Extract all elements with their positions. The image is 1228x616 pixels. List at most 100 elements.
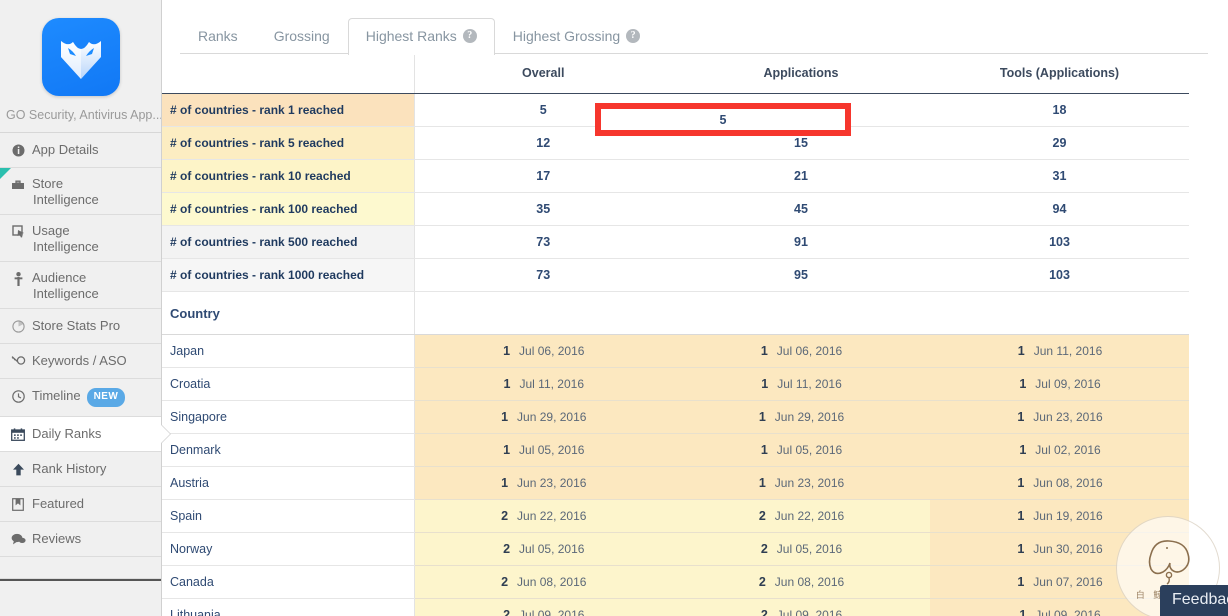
cell-applications: 2Jul 09, 2016 <box>672 599 930 616</box>
new-corner-flag-icon <box>0 168 11 179</box>
active-indicator-arrow-icon <box>161 425 170 443</box>
table-row[interactable]: Croatia 1Jul 11, 2016 1Jul 11, 2016 1Jul… <box>162 368 1189 401</box>
tab-ranks[interactable]: Ranks <box>180 18 256 54</box>
cell-tools: 1Jun 11, 2016 <box>930 335 1189 368</box>
highest-ranks-table-wrap: Overall Applications Tools (Applications… <box>162 54 1228 616</box>
tab-label: Highest Grossing <box>513 28 620 44</box>
table-row[interactable]: Japan 1Jul 06, 2016 1Jul 06, 2016 1Jun 1… <box>162 335 1189 368</box>
sidebar-item-keywords-aso[interactable]: Keywords / ASO <box>0 344 161 379</box>
app-name: GO Security, Antivirus App... <box>0 108 161 132</box>
help-icon[interactable]: ? <box>626 29 640 43</box>
table-row[interactable]: Austria 1Jun 23, 2016 1Jun 23, 2016 1Jun… <box>162 467 1189 500</box>
sidebar-item-reviews[interactable]: Reviews <box>0 522 161 557</box>
sidebar-item-audience-intelligence[interactable]: Audience Intelligence <box>0 262 161 309</box>
cell-overall: 1Jun 29, 2016 <box>414 401 672 434</box>
table-row[interactable]: Spain 2Jun 22, 2016 2Jun 22, 2016 1Jun 1… <box>162 500 1189 533</box>
pie-chart-icon <box>10 319 26 334</box>
country-name: Lithuania <box>162 599 414 616</box>
sidebar-item-usage-intelligence[interactable]: Usage Intelligence <box>0 215 161 262</box>
table-row[interactable]: Canada 2Jun 08, 2016 2Jun 08, 2016 1Jun … <box>162 566 1189 599</box>
row-label: # of countries - rank 100 reached <box>162 193 414 226</box>
cell-applications: 2Jun 08, 2016 <box>672 566 930 599</box>
table-row[interactable]: # of countries - rank 100 reached 35 45 … <box>162 193 1189 226</box>
tab-grossing[interactable]: Grossing <box>256 18 348 54</box>
cell-applications: 2Jul 05, 2016 <box>672 533 930 566</box>
sidebar-item-timeline[interactable]: TimelineNEW <box>0 379 161 417</box>
spacer-cell <box>930 292 1189 335</box>
sidebar-item-label: Keywords / ASO <box>32 353 127 369</box>
sidebar-item-label: Featured <box>32 496 84 512</box>
cell-overall: 1Jul 05, 2016 <box>414 434 672 467</box>
tab-label: Grossing <box>274 28 330 44</box>
sidebar: GO Security, Antivirus App... App Detail… <box>0 0 162 616</box>
cell-tools: 1Jul 02, 2016 <box>930 434 1189 467</box>
arrow-up-icon <box>10 462 26 477</box>
cell-overall: 1Jun 23, 2016 <box>414 467 672 500</box>
row-label: # of countries - rank 5 reached <box>162 127 414 160</box>
briefcase-icon <box>10 177 26 192</box>
sidebar-item-daily-ranks[interactable]: Daily Ranks <box>0 417 161 452</box>
row-label: # of countries - rank 1000 reached <box>162 259 414 292</box>
cell-tools: 1Jun 30, 2016 <box>930 533 1189 566</box>
table-row[interactable]: Denmark 1Jul 05, 2016 1Jul 05, 2016 1Jul… <box>162 434 1189 467</box>
cell-overall: 17 <box>414 160 672 193</box>
cell-overall: 1Jul 11, 2016 <box>414 368 672 401</box>
row-label: # of countries - rank 10 reached <box>162 160 414 193</box>
cell-applications: 45 <box>672 193 930 226</box>
cell-applications: 95 <box>672 259 930 292</box>
sidebar-item-rank-history[interactable]: Rank History <box>0 452 161 487</box>
cell-tools: 103 <box>930 226 1189 259</box>
column-header-tools: Tools (Applications) <box>930 54 1189 94</box>
sidebar-item-label: Usage Intelligence <box>32 223 99 254</box>
cell-applications: 1Jul 11, 2016 <box>672 368 930 401</box>
feedback-tab[interactable]: Feedback <box>1160 585 1228 616</box>
main-content: Ranks Grossing Highest Ranks ? Highest G… <box>162 0 1228 616</box>
cell-tools: 31 <box>930 160 1189 193</box>
cell-tools: 94 <box>930 193 1189 226</box>
cell-tools: 1Jun 19, 2016 <box>930 500 1189 533</box>
cell-tools: 1Jul 09, 2016 <box>930 368 1189 401</box>
country-name: Spain <box>162 500 414 533</box>
column-header-applications: Applications <box>672 54 930 94</box>
cell-applications: 1Jun 23, 2016 <box>672 467 930 500</box>
person-icon <box>10 271 26 286</box>
calendar-icon <box>10 427 26 442</box>
table-row[interactable]: # of countries - rank 500 reached 73 91 … <box>162 226 1189 259</box>
sidebar-item-featured[interactable]: Featured <box>0 487 161 522</box>
table-row[interactable]: # of countries - rank 1000 reached 73 95… <box>162 259 1189 292</box>
table-row[interactable]: Singapore 1Jun 29, 2016 1Jun 29, 2016 1J… <box>162 401 1189 434</box>
cell-overall: 2Jul 09, 2016 <box>414 599 672 616</box>
table-row[interactable]: Lithuania 2Jul 09, 2016 2Jul 09, 2016 1J… <box>162 599 1189 616</box>
country-name: Japan <box>162 335 414 368</box>
row-label: # of countries - rank 1 reached <box>162 94 414 127</box>
cell-applications: 1Jun 29, 2016 <box>672 401 930 434</box>
table-row[interactable]: # of countries - rank 10 reached 17 21 3… <box>162 160 1189 193</box>
clock-icon <box>10 389 26 404</box>
sidebar-item-app-details[interactable]: App Details <box>0 133 161 168</box>
country-name: Croatia <box>162 368 414 401</box>
sidebar-item-label: App Details <box>32 142 98 158</box>
table-row[interactable]: Norway 2Jul 05, 2016 2Jul 05, 2016 1Jun … <box>162 533 1189 566</box>
sidebar-item-store-stats-pro[interactable]: Store Stats Pro <box>0 309 161 344</box>
tab-bar: Ranks Grossing Highest Ranks ? Highest G… <box>162 0 1228 54</box>
help-icon[interactable]: ? <box>463 29 477 43</box>
cell-tools: 1Jul 09, 2016 <box>930 599 1189 616</box>
country-section-header-row: Country <box>162 292 1189 335</box>
cell-tools: 103 <box>930 259 1189 292</box>
sidebar-item-store-intelligence[interactable]: Store Intelligence <box>0 168 161 215</box>
shield-owl-icon[interactable] <box>42 18 120 96</box>
cell-overall: 1Jul 06, 2016 <box>414 335 672 368</box>
tab-label: Highest Ranks <box>366 28 457 44</box>
cell-overall: 2Jul 05, 2016 <box>414 533 672 566</box>
country-section-label: Country <box>162 292 414 335</box>
spacer-cell <box>414 292 672 335</box>
tab-highest-ranks[interactable]: Highest Ranks ? <box>348 18 495 55</box>
tab-highest-grossing[interactable]: Highest Grossing ? <box>495 18 658 54</box>
app-logo-wrap <box>0 0 161 108</box>
column-header-blank <box>162 54 414 94</box>
key-icon <box>10 354 26 369</box>
spacer-cell <box>672 292 930 335</box>
speech-bubble-icon <box>10 532 26 547</box>
sidebar-item-label: Daily Ranks <box>32 426 101 442</box>
sidebar-item-label: Store Intelligence <box>32 176 99 207</box>
